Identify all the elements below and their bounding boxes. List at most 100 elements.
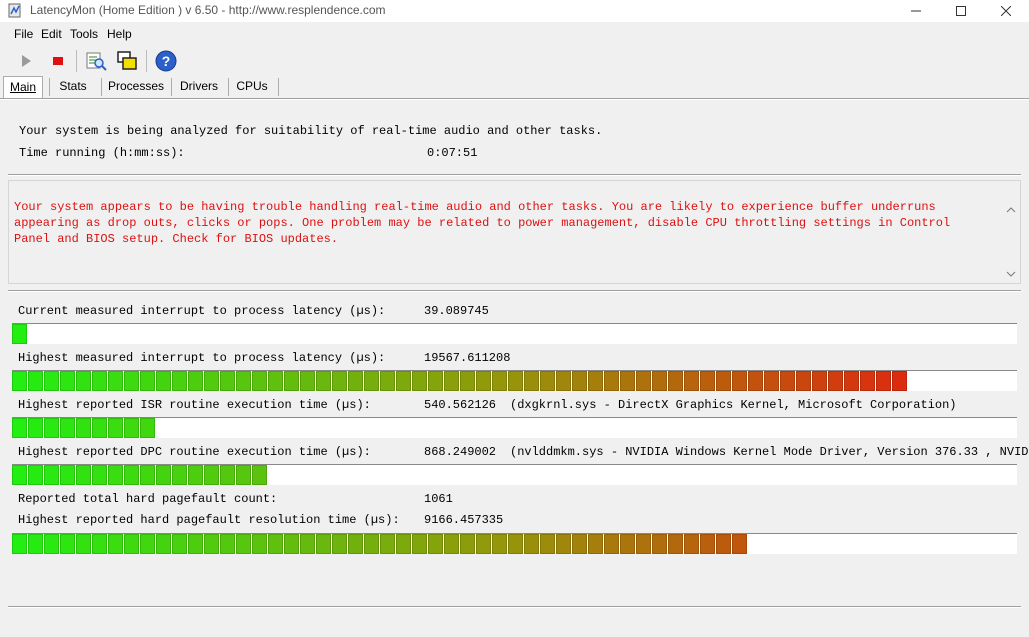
bar-segment [28,371,43,391]
bar-segment [716,371,731,391]
analyze-button[interactable] [83,48,109,74]
bar-segment [396,371,411,391]
bar-segment [60,371,75,391]
bar-segment [92,418,107,438]
bar-segment [460,534,475,554]
bar-segment [428,371,443,391]
isr-time-bar [12,417,1017,438]
start-button[interactable] [13,48,39,74]
bar-segment [684,534,699,554]
bar-segment [172,465,187,485]
minimize-icon [911,10,921,12]
windows-button[interactable] [114,48,140,74]
bar-segment [300,371,315,391]
current-latency-value: 39.089745 [424,304,489,318]
tab-cpus[interactable]: CPUs [231,76,273,96]
app-icon [8,3,21,18]
maximize-button[interactable] [938,0,984,22]
bar-segment [492,371,507,391]
bar-segment [236,371,251,391]
close-icon [1001,6,1011,16]
bar-segment [28,534,43,554]
tab-processes[interactable]: Processes [104,76,168,96]
bar-segment [860,371,875,391]
help-icon: ? [155,50,177,72]
bar-segment [12,465,27,485]
bar-segment [220,465,235,485]
bar-segment [76,418,91,438]
bar-segment [492,534,507,554]
bar-segment [444,534,459,554]
bar-segment [236,534,251,554]
dpc-time-value: 868.249002 [424,445,497,459]
title-bar: LatencyMon (Home Edition ) v 6.50 - http… [0,0,1029,22]
stop-button[interactable] [45,48,71,74]
bar-segment [124,371,139,391]
chevron-down-icon [1006,271,1016,277]
pagefault-time-label: Highest reported hard pagefault resoluti… [18,513,400,527]
bar-segment [268,534,283,554]
tab-separator [278,78,279,96]
bar-segment [44,465,59,485]
menu-help[interactable]: Help [107,27,132,41]
bar-segment [108,418,123,438]
highest-latency-label: Highest measured interrupt to process la… [18,351,386,365]
close-button[interactable] [983,0,1029,22]
menu-edit[interactable]: Edit [41,27,62,41]
bar-segment [700,371,715,391]
bar-segment [60,465,75,485]
bar-segment [364,371,379,391]
bar-segment [44,418,59,438]
bar-segment [620,371,635,391]
play-icon [22,55,31,67]
chevron-up-icon [1006,207,1016,213]
bar-segment [92,465,107,485]
bar-segment [156,465,171,485]
bar-segment [188,465,203,485]
bar-segment [780,371,795,391]
menu-file[interactable]: File [14,27,33,41]
toolbar: ? [0,46,1029,74]
bar-segment [44,371,59,391]
bar-segment [556,534,571,554]
menu-tools[interactable]: Tools [70,27,98,41]
bar-segment [732,371,747,391]
dpc-time-bar [12,464,1017,485]
minimize-button[interactable] [893,0,939,22]
bar-segment [700,534,715,554]
tab-separator [171,78,172,96]
bar-segment [460,371,475,391]
isr-time-value: 540.562126 [424,398,497,412]
toolbar-separator [76,50,77,72]
bar-segment [380,371,395,391]
current-latency-label: Current measured interrupt to process la… [18,304,386,318]
time-running-value: 0:07:51 [427,146,478,160]
message-scrollbar[interactable] [1004,185,1018,281]
svg-text:?: ? [162,53,171,69]
bar-segment [156,534,171,554]
time-running-label: Time running (h:mm:ss): [19,146,185,160]
tab-main[interactable]: Main [3,76,43,98]
bar-segment [12,324,27,344]
diagnosis-message-box[interactable]: Your system appears to be having trouble… [8,180,1021,284]
bar-segment [12,418,27,438]
bar-segment [44,534,59,554]
bar-segment [92,371,107,391]
isr-time-label: Highest reported ISR routine execution t… [18,398,371,412]
bar-segment [604,371,619,391]
dpc-time-label: Highest reported DPC routine execution t… [18,445,371,459]
bar-segment [108,371,123,391]
help-button[interactable]: ? [153,48,179,74]
pagefault-count-value: 1061 [424,492,453,506]
section-divider [8,290,1021,292]
tab-drivers[interactable]: Drivers [174,76,224,96]
bar-segment [412,534,427,554]
bar-segment [652,534,667,554]
bar-segment [124,465,139,485]
bar-segment [636,371,651,391]
bar-segment [332,534,347,554]
bar-segment [764,371,779,391]
bar-segment [428,534,443,554]
bar-segment [172,371,187,391]
tab-stats[interactable]: Stats [52,76,94,96]
